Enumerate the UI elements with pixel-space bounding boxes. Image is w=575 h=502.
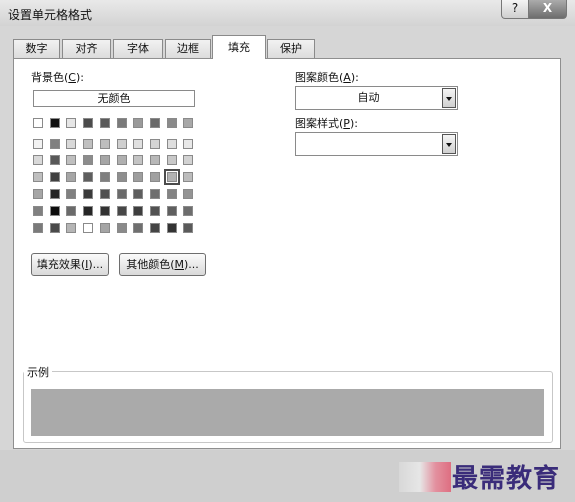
color-swatch[interactable]	[66, 189, 76, 199]
color-swatch[interactable]	[66, 223, 76, 233]
color-swatch[interactable]	[66, 172, 76, 182]
color-swatch[interactable]	[183, 206, 193, 216]
color-swatch[interactable]	[117, 172, 127, 182]
sample-preview	[31, 389, 544, 436]
color-swatch[interactable]	[50, 155, 60, 165]
color-swatch[interactable]	[133, 223, 143, 233]
color-swatch[interactable]	[150, 206, 160, 216]
color-swatch[interactable]	[183, 189, 193, 199]
chevron-down-icon[interactable]	[442, 88, 456, 108]
color-swatch[interactable]	[164, 169, 180, 185]
no-color-button[interactable]: 无颜色	[33, 90, 195, 107]
color-swatch[interactable]	[167, 155, 177, 165]
color-swatch[interactable]	[100, 189, 110, 199]
color-swatch[interactable]	[150, 189, 160, 199]
watermark-text: 最需教育	[452, 464, 561, 494]
fill-tab-panel: 背景色(C): 无颜色 填充效果(I)... 其他颜色(M)... 图案颜色(A…	[13, 58, 561, 449]
color-swatch[interactable]	[117, 155, 127, 165]
color-swatch[interactable]	[167, 223, 177, 233]
color-swatch[interactable]	[66, 155, 76, 165]
color-swatch[interactable]	[100, 172, 110, 182]
watermark-logo	[399, 462, 451, 492]
color-swatch[interactable]	[50, 189, 60, 199]
color-swatch[interactable]	[83, 206, 93, 216]
color-swatch[interactable]	[150, 139, 160, 149]
color-swatch[interactable]	[50, 172, 60, 182]
more-colors-button[interactable]: 其他颜色(M)...	[119, 253, 206, 276]
color-swatch[interactable]	[33, 155, 43, 165]
sample-label: 示例	[24, 364, 52, 380]
color-swatch[interactable]	[167, 118, 177, 128]
color-swatch[interactable]	[150, 155, 160, 165]
color-swatch[interactable]	[133, 139, 143, 149]
pattern-color-dropdown[interactable]: 自动	[295, 86, 458, 110]
color-swatch[interactable]	[133, 155, 143, 165]
color-swatch[interactable]	[66, 118, 76, 128]
color-swatch[interactable]	[133, 172, 143, 182]
color-swatch[interactable]	[83, 189, 93, 199]
fill-effects-button[interactable]: 填充效果(I)...	[31, 253, 109, 276]
color-swatch[interactable]	[50, 223, 60, 233]
color-swatch[interactable]	[133, 118, 143, 128]
color-swatch[interactable]	[150, 223, 160, 233]
color-swatch[interactable]	[33, 223, 43, 233]
color-swatch[interactable]	[33, 206, 43, 216]
color-swatch[interactable]	[50, 139, 60, 149]
color-swatch[interactable]	[83, 118, 93, 128]
color-swatch[interactable]	[183, 223, 193, 233]
color-swatch[interactable]	[150, 118, 160, 128]
color-swatch[interactable]	[33, 189, 43, 199]
close-button[interactable]: X	[528, 0, 567, 19]
color-swatch[interactable]	[117, 189, 127, 199]
tab-font[interactable]: 字体	[113, 39, 163, 58]
color-swatch[interactable]	[183, 118, 193, 128]
tab-border[interactable]: 边框	[165, 39, 211, 58]
color-swatch[interactable]	[133, 189, 143, 199]
tab-protection[interactable]: 保护	[267, 39, 315, 58]
pattern-color-label: 图案颜色(A):	[295, 71, 359, 84]
background-color-label: 背景色(C):	[31, 71, 84, 84]
color-swatch[interactable]	[33, 139, 43, 149]
color-swatch[interactable]	[150, 172, 160, 182]
color-swatch[interactable]	[83, 223, 93, 233]
color-swatch[interactable]	[100, 223, 110, 233]
tab-alignment[interactable]: 对齐	[62, 39, 111, 58]
color-swatch[interactable]	[183, 172, 193, 182]
color-swatch[interactable]	[183, 139, 193, 149]
color-swatch[interactable]	[117, 139, 127, 149]
tab-fill[interactable]: 填充	[212, 35, 266, 59]
color-swatch[interactable]	[100, 155, 110, 165]
color-swatch[interactable]	[83, 139, 93, 149]
dialog-title: 设置单元格格式	[8, 8, 93, 22]
tab-number[interactable]: 数字	[13, 39, 60, 58]
color-swatch[interactable]	[50, 118, 60, 128]
chevron-down-icon[interactable]	[442, 134, 456, 154]
color-swatch[interactable]	[117, 206, 127, 216]
color-swatch[interactable]	[100, 118, 110, 128]
color-swatch[interactable]	[66, 206, 76, 216]
color-swatch[interactable]	[117, 118, 127, 128]
color-swatch[interactable]	[33, 172, 43, 182]
pattern-style-dropdown[interactable]	[295, 132, 458, 156]
color-swatch[interactable]	[33, 118, 43, 128]
color-swatch[interactable]	[167, 139, 177, 149]
color-swatch[interactable]	[83, 172, 93, 182]
color-swatch[interactable]	[167, 206, 177, 216]
color-swatch[interactable]	[100, 139, 110, 149]
pattern-color-value: 自动	[357, 91, 380, 104]
color-swatch[interactable]	[66, 139, 76, 149]
help-button[interactable]: ?	[501, 0, 529, 19]
color-swatch[interactable]	[167, 189, 177, 199]
pattern-style-label: 图案样式(P):	[295, 117, 358, 130]
color-swatch[interactable]	[133, 206, 143, 216]
title-bar: 设置单元格格式 ? X	[0, 0, 575, 26]
color-swatch[interactable]	[183, 155, 193, 165]
color-swatch[interactable]	[100, 206, 110, 216]
color-swatch[interactable]	[117, 223, 127, 233]
color-swatch[interactable]	[50, 206, 60, 216]
color-swatch[interactable]	[83, 155, 93, 165]
